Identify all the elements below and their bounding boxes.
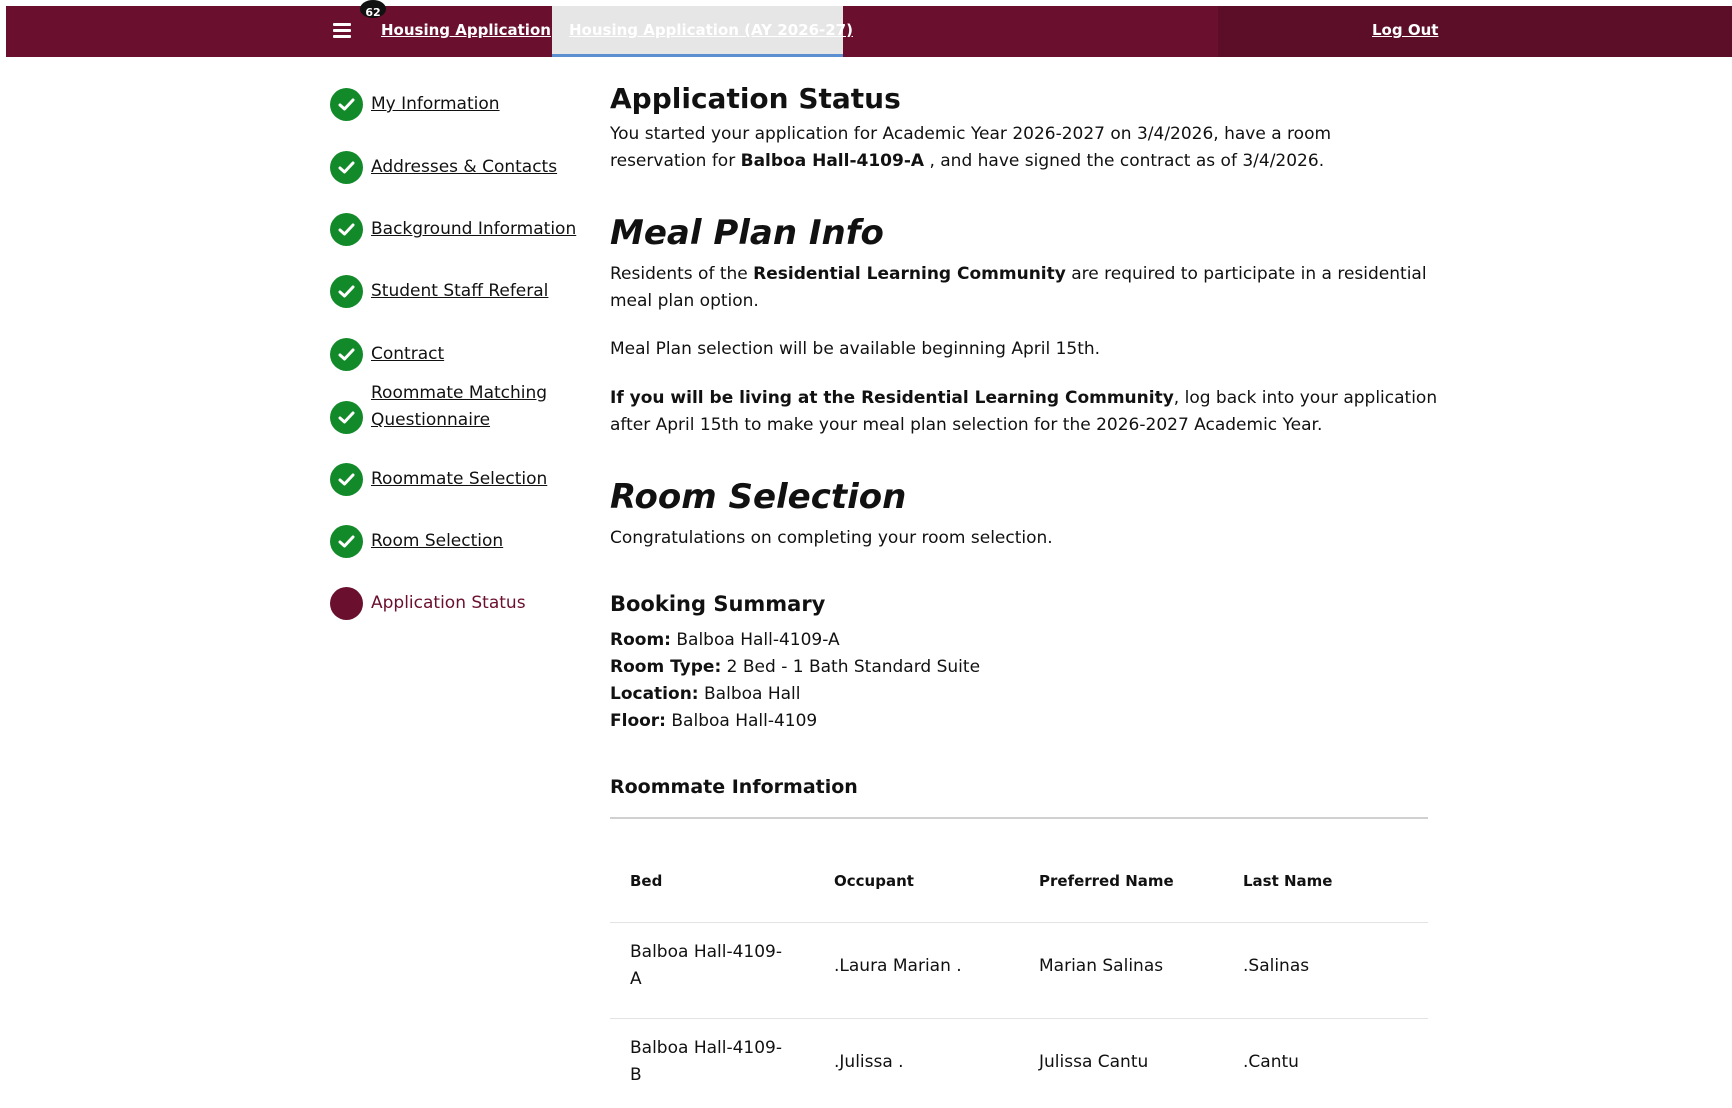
notification-badge: 62 bbox=[360, 0, 386, 18]
cell-bed-line2: B bbox=[630, 1065, 642, 1085]
sidebar-item-label: Addresses & Contacts bbox=[371, 157, 558, 177]
sidebar-item-label-line1: Roommate Matching bbox=[371, 383, 548, 403]
top-navigation-bar: 62 Housing Application Housing Applicati… bbox=[6, 0, 1732, 57]
row-divider bbox=[610, 922, 1428, 923]
meal-paragraph-3-line2: after April 15th to make your meal plan … bbox=[610, 415, 1323, 435]
cell-last-name: .Salinas bbox=[1243, 956, 1310, 976]
cell-occupant: .Julissa . bbox=[834, 1052, 904, 1072]
check-circle-icon bbox=[330, 525, 363, 558]
check-circle-icon bbox=[330, 401, 363, 434]
status-text-line1: You started your application for Academi… bbox=[610, 124, 1332, 144]
check-circle-icon bbox=[330, 151, 363, 184]
booking-floor: Floor: Balboa Hall-4109 bbox=[610, 711, 818, 731]
logout-link[interactable]: Log Out bbox=[1372, 21, 1438, 39]
meal-plan-heading: Meal Plan Info bbox=[610, 213, 884, 253]
sidebar-item-label: Background Information bbox=[371, 219, 577, 239]
section-divider bbox=[610, 817, 1428, 819]
sidebar-item-label: Contract bbox=[371, 344, 445, 364]
sidebar-item-label: Room Selection bbox=[371, 531, 504, 551]
sidebar-item-label: Application Status bbox=[371, 593, 526, 613]
cell-preferred-name: Julissa Cantu bbox=[1039, 1052, 1149, 1072]
page-title: Application Status bbox=[610, 82, 901, 115]
housing-application-link[interactable]: Housing Application bbox=[381, 21, 551, 39]
sidebar-item-label: My Information bbox=[371, 94, 500, 114]
cell-preferred-name: Marian Salinas bbox=[1039, 956, 1164, 976]
current-step-dot-icon bbox=[330, 587, 363, 620]
check-circle-icon bbox=[330, 88, 363, 121]
topbar-right-region bbox=[1218, 6, 1732, 57]
booking-room: Room: Balboa Hall-4109-A bbox=[610, 630, 840, 650]
column-header-bed: Bed bbox=[630, 872, 663, 890]
column-header-occupant: Occupant bbox=[834, 872, 914, 890]
check-circle-icon bbox=[330, 213, 363, 246]
meal-paragraph-1: Residents of the Residential Learning Co… bbox=[610, 264, 1427, 284]
booking-location: Location: Balboa Hall bbox=[610, 684, 801, 704]
cell-bed-line2: A bbox=[630, 969, 642, 989]
sidebar-item-label: Student Staff Referal bbox=[371, 281, 549, 301]
room-selection-text: Congratulations on completing your room … bbox=[610, 528, 1053, 548]
check-circle-icon bbox=[330, 275, 363, 308]
status-text-line2: reservation for Balboa Hall-4109-A , and… bbox=[610, 151, 1325, 171]
booking-summary-heading: Booking Summary bbox=[610, 592, 826, 616]
cell-bed-line1: Balboa Hall-4109- bbox=[630, 1038, 782, 1058]
meal-paragraph-2: Meal Plan selection will be available be… bbox=[610, 339, 1101, 359]
cell-occupant: .Laura Marian . bbox=[834, 956, 962, 976]
column-header-last-name: Last Name bbox=[1243, 872, 1333, 890]
meal-paragraph-3: If you will be living at the Residential… bbox=[610, 388, 1438, 408]
column-header-preferred-name: Preferred Name bbox=[1039, 872, 1174, 890]
cell-bed-line1: Balboa Hall-4109- bbox=[630, 942, 782, 962]
tab-housing-application-ay[interactable]: Housing Application (AY 2026-27) bbox=[552, 6, 853, 57]
check-circle-icon bbox=[330, 463, 363, 496]
sidebar-item-label: Roommate Selection bbox=[371, 469, 548, 489]
booking-room-type: Room Type: 2 Bed - 1 Bath Standard Suite bbox=[610, 657, 981, 677]
meal-paragraph-1-line2: meal plan option. bbox=[610, 291, 759, 311]
row-divider bbox=[610, 1018, 1428, 1019]
reservation-room: Balboa Hall-4109-A bbox=[740, 151, 925, 171]
sidebar-item-label-line2: Questionnaire bbox=[371, 410, 491, 430]
cell-last-name: .Cantu bbox=[1243, 1052, 1299, 1072]
tab-label: Housing Application (AY 2026-27) bbox=[569, 21, 853, 39]
room-selection-heading: Room Selection bbox=[610, 477, 907, 517]
roommate-information-heading: Roommate Information bbox=[610, 776, 858, 798]
hamburger-menu-icon[interactable] bbox=[330, 18, 356, 44]
check-circle-icon bbox=[330, 338, 363, 371]
